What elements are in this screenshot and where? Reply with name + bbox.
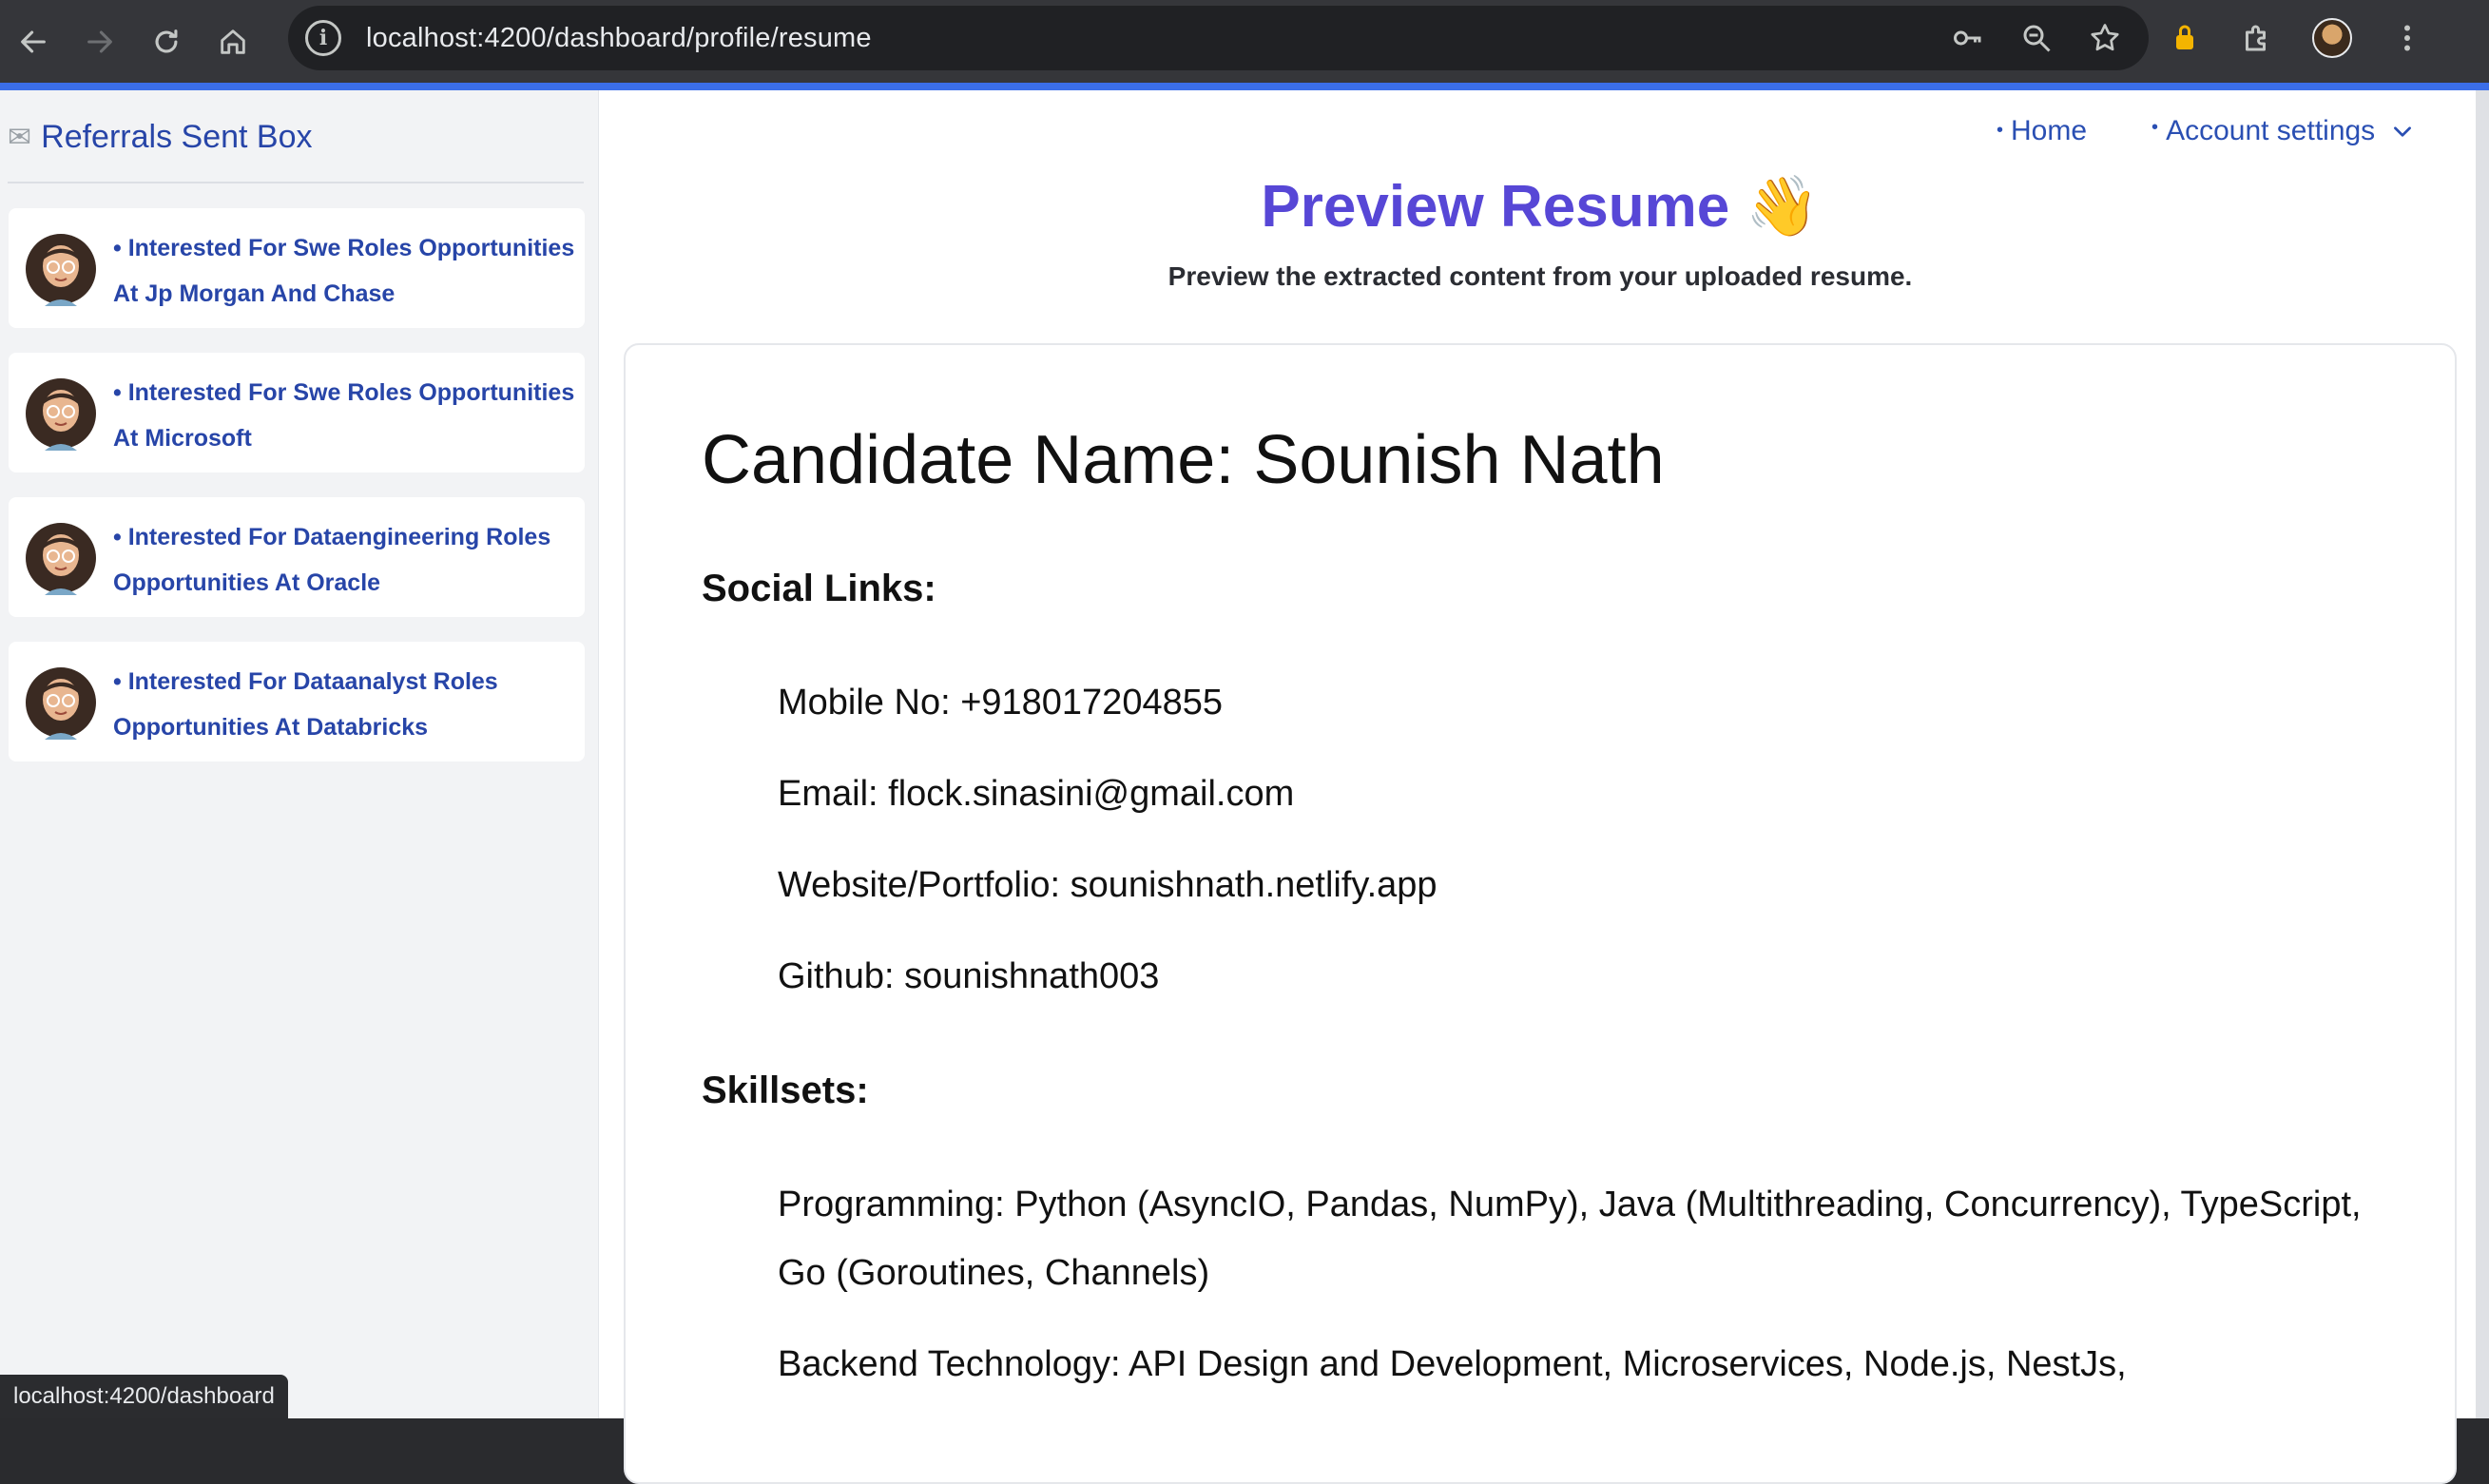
zoom-icon[interactable] — [2019, 21, 2054, 55]
avatar — [26, 523, 96, 595]
social-github: Github: sounishnath003 — [778, 956, 1160, 996]
omnibox-actions — [1951, 6, 2122, 70]
home-button[interactable] — [200, 4, 266, 80]
social-links-heading: Social Links: — [702, 568, 936, 609]
skill-programming: Programming: Python (AsyncIO, Pandas, Nu… — [778, 1185, 2362, 1293]
status-bar: localhost:4200/dashboard — [0, 1375, 288, 1418]
sidebar: ✉ Referrals Sent Box • Interested For Sw… — [0, 90, 599, 1418]
social-mobile: Mobile No: +918017204855 — [778, 683, 1223, 723]
more-vert-icon[interactable] — [2390, 21, 2424, 55]
loading-bar — [0, 83, 2489, 90]
referral-card[interactable]: • Interested For Swe Roles Opportunities… — [9, 353, 585, 472]
arrow-left-icon — [21, 30, 46, 52]
referral-title[interactable]: • Interested For Dataanalyst Roles Oppor… — [113, 659, 579, 750]
top-nav: • Home • Account settings — [1997, 115, 2415, 147]
candidate-name: Candidate Name: Sounish Nath — [702, 422, 1665, 498]
chrome-actions — [2168, 0, 2424, 76]
nav-home-link[interactable]: • Home — [1997, 115, 2087, 147]
sidebar-title[interactable]: ✉ Referrals Sent Box — [8, 119, 313, 156]
skill-backend: Backend Technology: API Design and Devel… — [778, 1344, 2127, 1384]
star-icon[interactable] — [2088, 21, 2122, 55]
sidebar-title-text[interactable]: Referrals Sent Box — [41, 119, 312, 156]
avatar — [26, 667, 96, 740]
page-title: Preview Resume 👋 — [1261, 174, 1820, 240]
forward-button[interactable] — [67, 4, 133, 80]
url-text[interactable]: localhost:4200/dashboard/profile/resume — [366, 23, 872, 54]
account-settings-dropdown[interactable]: • Account settings — [2151, 115, 2415, 147]
referral-card[interactable]: • Interested For Dataengineering Roles O… — [9, 497, 585, 617]
divider — [8, 182, 584, 183]
lock-extension-icon[interactable] — [2168, 21, 2202, 55]
bullet: • — [1997, 120, 2004, 141]
referral-title[interactable]: • Interested For Swe Roles Opportunities… — [113, 225, 579, 317]
key-icon[interactable] — [1951, 21, 1985, 55]
avatar — [26, 234, 96, 306]
back-button[interactable] — [0, 4, 67, 80]
bullet: • — [2151, 116, 2159, 138]
arrow-right-icon — [87, 30, 112, 52]
referral-card[interactable]: • Interested For Dataanalyst Roles Oppor… — [9, 642, 585, 761]
referral-title[interactable]: • Interested For Dataengineering Roles O… — [113, 514, 579, 606]
nav-account-label[interactable]: Account settings — [2166, 115, 2375, 147]
extensions-icon[interactable] — [2240, 21, 2274, 55]
reload-button[interactable] — [133, 4, 200, 80]
reload-icon — [155, 29, 178, 52]
nav-home-label[interactable]: Home — [2011, 115, 2087, 146]
avatar — [26, 378, 96, 451]
page-subtitle: Preview the extracted content from your … — [1167, 261, 1913, 291]
site-info-icon[interactable]: i — [305, 20, 341, 56]
profile-avatar[interactable] — [2312, 18, 2352, 58]
referral-title[interactable]: • Interested For Swe Roles Opportunities… — [113, 370, 579, 461]
envelope-icon: ✉ — [8, 122, 32, 153]
skillsets-heading: Skillsets: — [702, 1070, 869, 1111]
home-icon — [221, 29, 245, 54]
browser-toolbar: i localhost:4200/dashboard/profile/resum… — [0, 0, 2489, 83]
social-website: Website/Portfolio: sounishnath.netlify.a… — [778, 865, 1437, 905]
app-root: ✉ Referrals Sent Box • Interested For Sw… — [0, 90, 2489, 1484]
scrollbar-track[interactable] — [2476, 90, 2489, 1418]
chevron-down-icon[interactable] — [2390, 119, 2415, 144]
address-bar[interactable]: i localhost:4200/dashboard/profile/resum… — [288, 6, 2149, 70]
social-email: Email: flock.sinasini@gmail.com — [778, 774, 1295, 814]
resume-preview-card: Candidate Name: Sounish Nath Social Link… — [624, 343, 2457, 1484]
referral-card[interactable]: • Interested For Swe Roles Opportunities… — [9, 208, 585, 328]
